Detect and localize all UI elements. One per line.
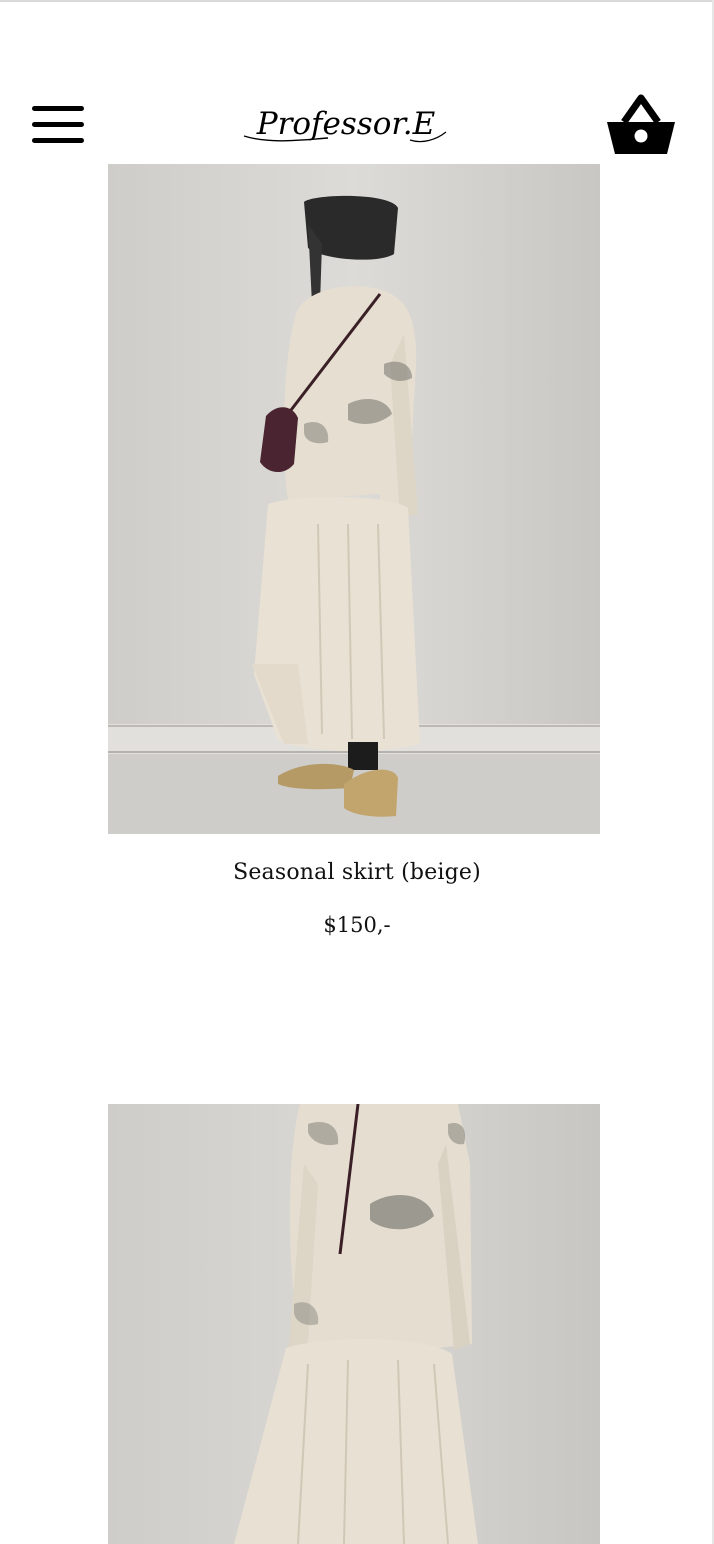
product-photo[interactable] <box>108 1104 600 1544</box>
svg-text:Professor.E: Professor.E <box>256 106 436 142</box>
brand-logo-script: Professor.E <box>243 106 447 143</box>
hamburger-menu-icon[interactable] <box>30 104 86 146</box>
product-name[interactable]: Seasonal skirt (beige) <box>0 860 714 885</box>
top-border <box>0 0 714 2</box>
shopping-basket-icon[interactable] <box>604 92 678 158</box>
menu-bar <box>32 106 84 111</box>
product-photo[interactable] <box>108 164 600 834</box>
site-header: Professor.E <box>0 86 714 164</box>
menu-bar <box>32 138 84 143</box>
menu-bar <box>32 122 84 127</box>
product-price: $150,- <box>323 913 391 937</box>
brand-logo[interactable]: Professor.E <box>240 100 452 150</box>
